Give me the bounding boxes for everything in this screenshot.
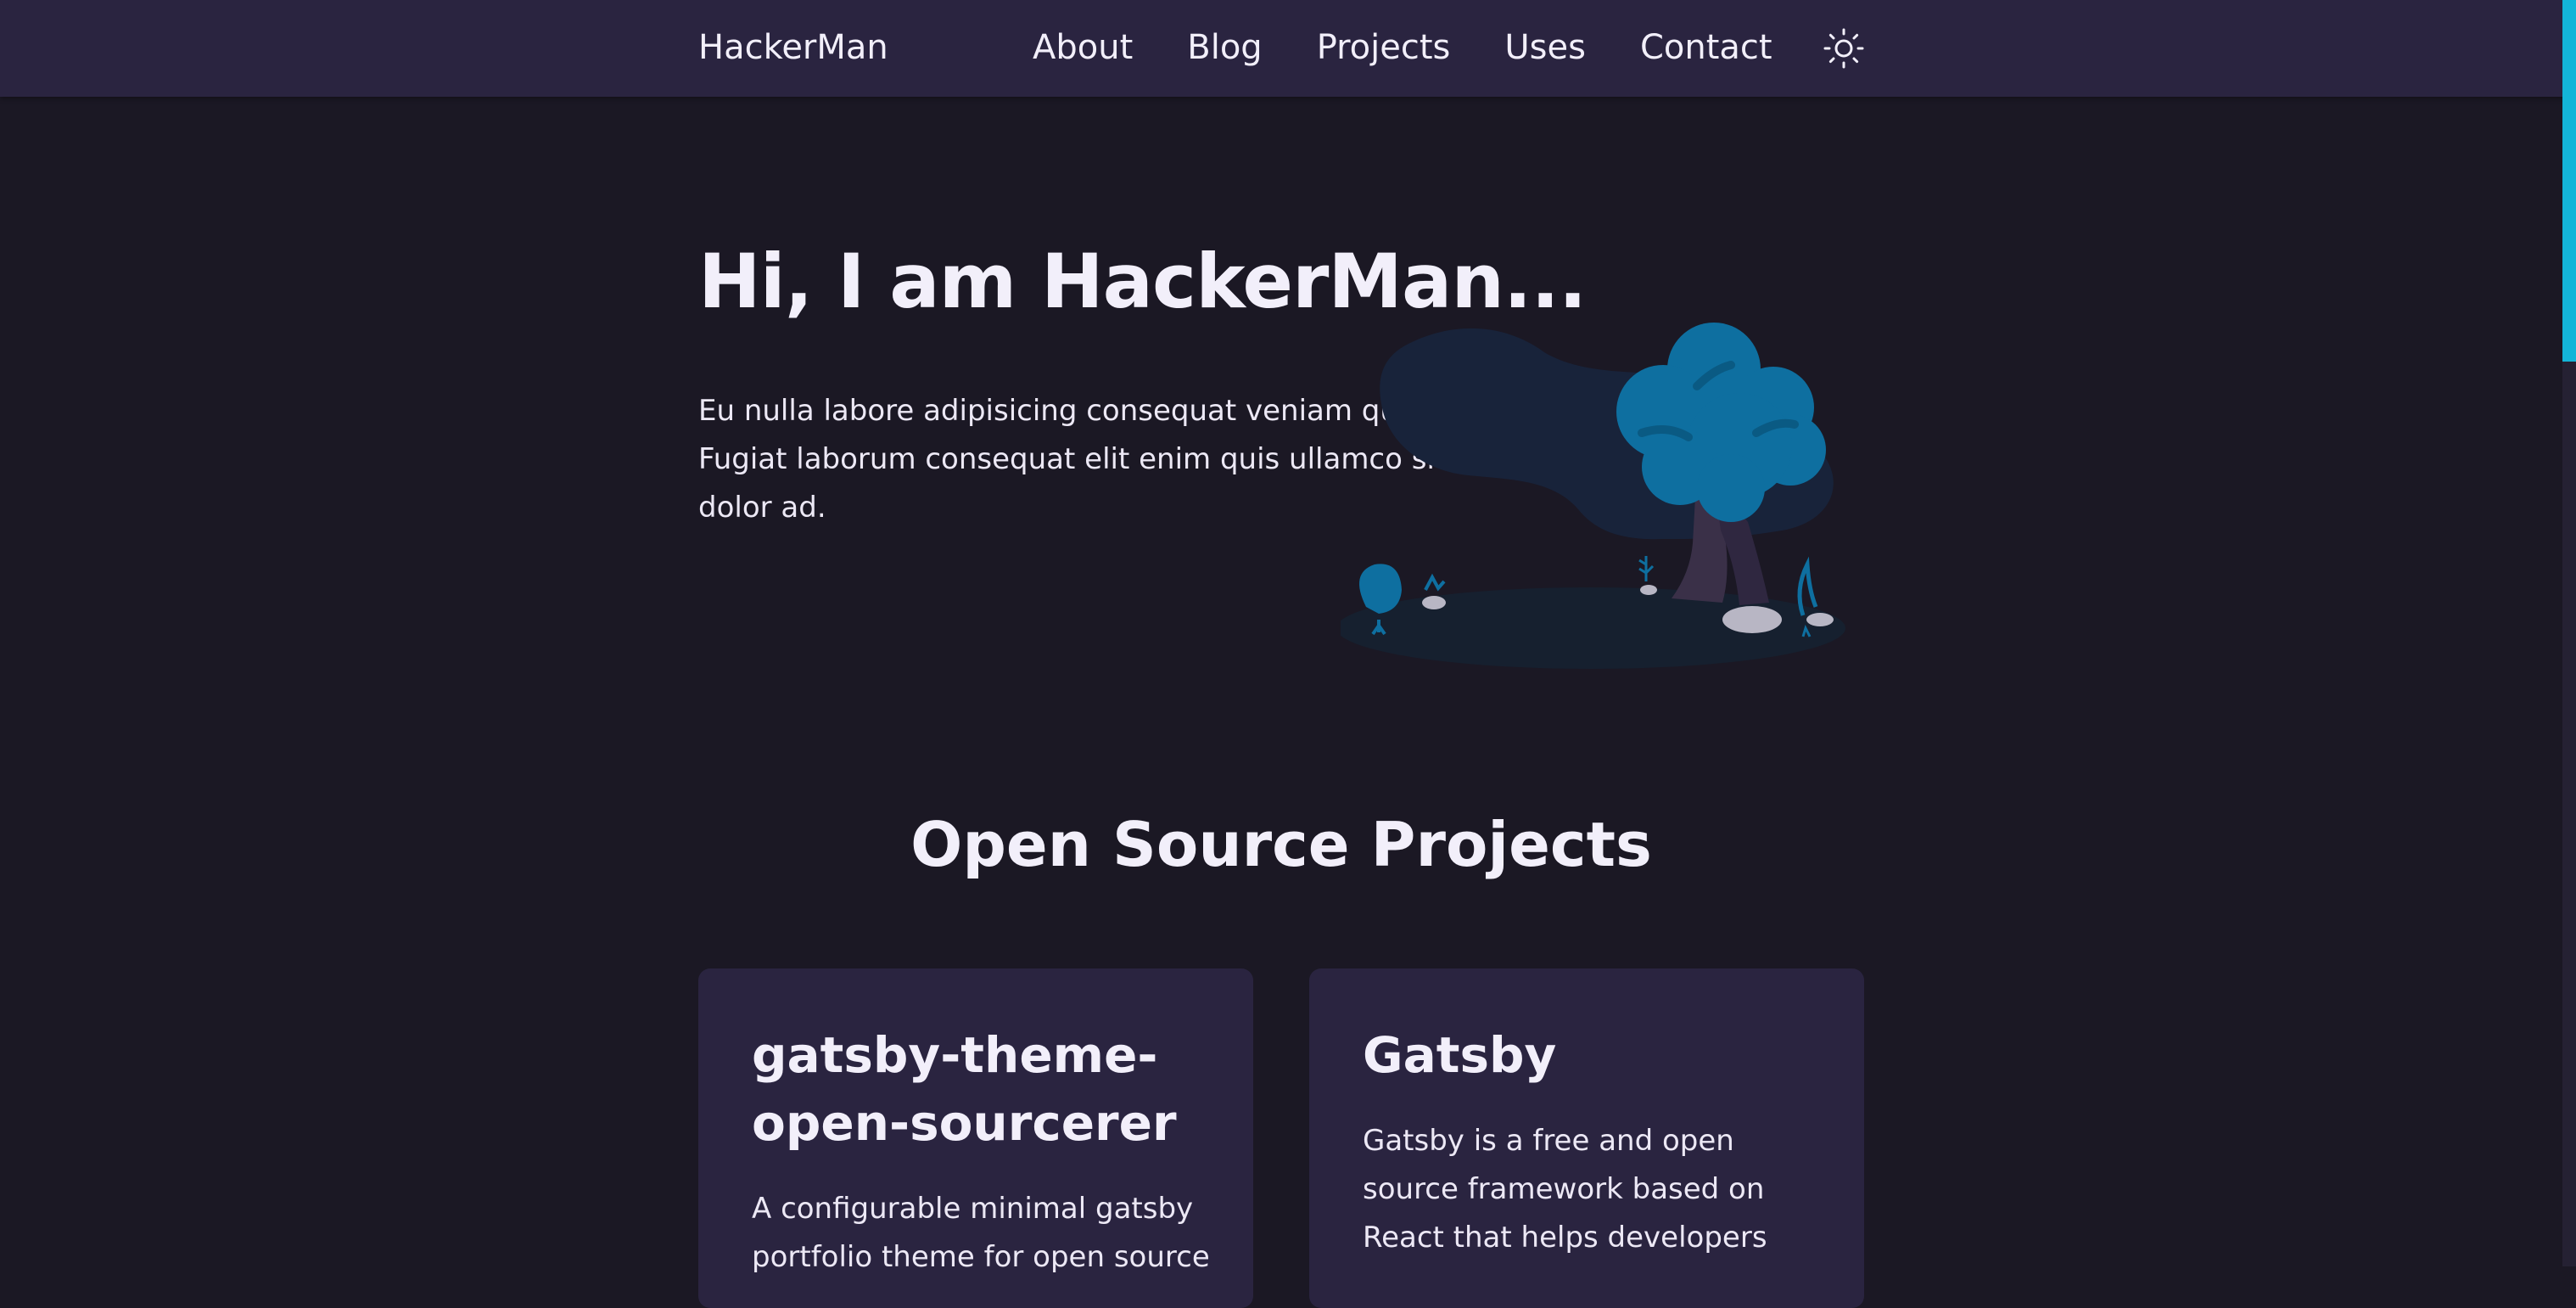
theme-toggle-button[interactable] <box>1823 27 1865 70</box>
project-card-description: Gatsby is a free and open source framewo… <box>1363 1124 1767 1255</box>
nav-link-blog[interactable]: Blog <box>1187 24 1262 71</box>
sun-icon <box>1823 28 1864 69</box>
top-navbar: HackerMan About Blog Projects Uses Conta… <box>0 0 2576 97</box>
nav-link-about[interactable]: About <box>1033 24 1133 71</box>
main-nav: About Blog Projects Uses Contact <box>1033 24 1772 71</box>
project-card[interactable]: Gatsby Gatsby is a free and open source … <box>1309 968 1864 1308</box>
nav-link-projects[interactable]: Projects <box>1317 24 1451 71</box>
project-card-title: Gatsby <box>1363 1026 1557 1084</box>
nav-link-uses[interactable]: Uses <box>1504 24 1586 71</box>
projects-section-title: Open Source Projects <box>910 809 1652 880</box>
project-card[interactable]: gatsby-theme-open-sourcerer A configurab… <box>698 968 1253 1308</box>
hero-title: Hi, I am HackerMan... <box>698 238 1587 325</box>
scrollbar-thumb[interactable] <box>2562 0 2576 362</box>
site-brand[interactable]: HackerMan <box>698 24 888 71</box>
tree-illustration <box>1341 323 1845 669</box>
nav-link-contact[interactable]: Contact <box>1640 24 1772 71</box>
project-card-title: gatsby-theme-open-sourcerer <box>752 1026 1177 1152</box>
project-card-description: A configurable minimal gatsby portfolio … <box>752 1192 1210 1274</box>
